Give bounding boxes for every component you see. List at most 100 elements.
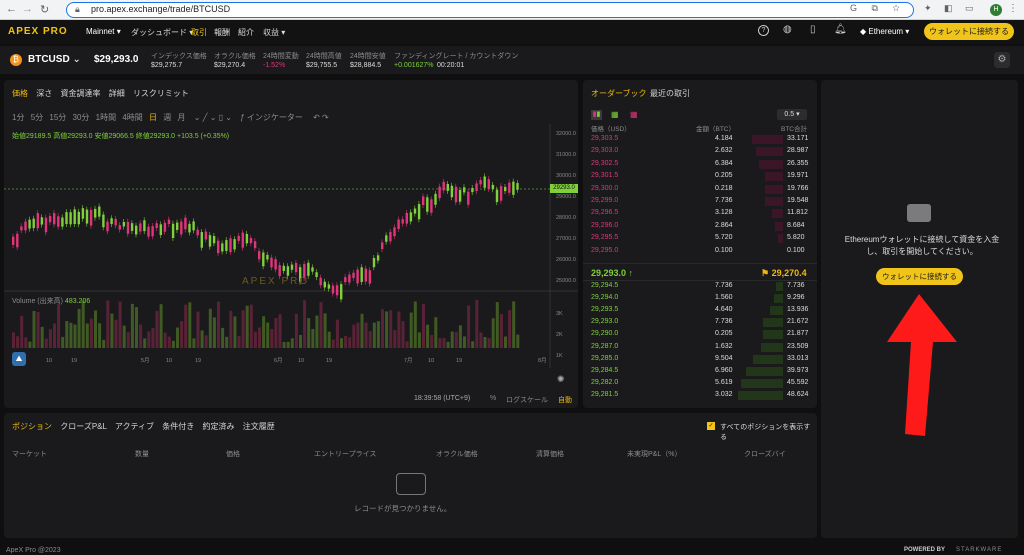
- tab-depth[interactable]: 深さ: [36, 89, 52, 98]
- bid-row[interactable]: 29,293.0 7.736 21.672: [591, 318, 809, 328]
- undo-redo-icon[interactable]: ↶ ↷: [313, 113, 329, 122]
- countdown: 00:20:01: [437, 62, 465, 69]
- ask-row[interactable]: 29,299.0 7.736 19.548: [591, 197, 809, 207]
- tick-size-select[interactable]: 0.5 ▾: [777, 109, 807, 120]
- tab-price[interactable]: 価格: [12, 89, 28, 98]
- tab-active[interactable]: アクティブ: [115, 422, 154, 431]
- menu-icon[interactable]: ⋮: [1008, 3, 1018, 14]
- percent-toggle[interactable]: %: [490, 395, 496, 402]
- volume-legend: Volume (出来高) 483.206: [12, 298, 91, 305]
- view-asks-icon[interactable]: ▦: [630, 110, 638, 119]
- indicator-button[interactable]: ƒ インジケーター: [240, 113, 303, 122]
- stat-value: $28,884.5: [350, 62, 382, 69]
- forward-icon[interactable]: →: [22, 3, 33, 15]
- back-icon[interactable]: ←: [6, 3, 17, 15]
- stat-value: $29,755.5: [306, 62, 338, 69]
- wallet-connect-button[interactable]: ウォレットに接続する: [876, 268, 963, 285]
- nav-earn[interactable]: 収益 ▾: [263, 27, 285, 38]
- ask-row[interactable]: 29,303.0 2.632 28.987: [591, 147, 809, 157]
- column-header-total: BTC合計: [781, 126, 807, 133]
- interval-1w[interactable]: 週: [163, 113, 171, 122]
- tab-filled[interactable]: 約定済み: [203, 422, 235, 431]
- chain-selector[interactable]: ◆ Ethereum ▾: [860, 27, 909, 36]
- ask-row[interactable]: 29,300.0 0.218 19.766: [591, 184, 809, 195]
- bid-row[interactable]: 29,287.0 1.632 23.509: [591, 342, 809, 353]
- bid-row[interactable]: 29,285.0 9.504 33.013: [591, 354, 809, 365]
- auto-scale-toggle[interactable]: 自動: [558, 395, 572, 405]
- bid-row[interactable]: 29,284.5 6.960 39.973: [591, 366, 809, 377]
- bid-row[interactable]: 29,294.5 7.736 7.736: [591, 282, 809, 292]
- url-text: pro.apex.exchange/trade/BTCUSD: [91, 4, 231, 14]
- view-bids-icon[interactable]: ▦: [611, 110, 619, 119]
- ask-row[interactable]: 29,302.5 6.384 26.355: [591, 159, 809, 170]
- ask-row[interactable]: 29,295.0 0.100 0.100: [591, 247, 809, 257]
- interval-1d[interactable]: 日: [149, 113, 157, 122]
- tab-recent-trades[interactable]: 最近の取引: [650, 88, 690, 99]
- globe-icon[interactable]: ◍: [783, 24, 792, 35]
- chart-type-icon[interactable]: ⌄ ╱ ⌄ ▯ ⌄: [194, 113, 232, 122]
- col-size: 数量: [135, 451, 149, 458]
- extension-icon[interactable]: ✦ ◧ ▭: [924, 3, 979, 14]
- mobile-icon[interactable]: ▯: [810, 24, 816, 35]
- connect-wallet-button[interactable]: ウォレットに接続する: [924, 23, 1014, 40]
- tab-funding[interactable]: 資金調達率: [60, 89, 100, 98]
- svg-text:27000.0: 27000.0: [556, 236, 576, 242]
- network-selector[interactable]: Mainnet ▾: [86, 27, 121, 36]
- help-icon[interactable]: ?: [758, 25, 769, 36]
- ask-row[interactable]: 29,301.5 0.205 19.971: [591, 172, 809, 182]
- tradingview-icon[interactable]: ⛰: [12, 352, 26, 366]
- interval-5m[interactable]: 5分: [31, 113, 43, 122]
- interval-1mo[interactable]: 月: [178, 113, 186, 122]
- red-arrow-annotation: [887, 294, 957, 436]
- interval-15m[interactable]: 15分: [49, 113, 66, 122]
- tab-order-history[interactable]: 注文履歴: [243, 422, 275, 431]
- nav-dashboard[interactable]: ダッシュボード ▾: [131, 27, 193, 38]
- col-liquidation: 清算価格: [536, 451, 564, 458]
- ask-row[interactable]: 29,303.5 4.184 33.171: [591, 135, 809, 145]
- ask-row[interactable]: 29,296.5 3.128 11.812: [591, 209, 809, 219]
- svg-text:30000.0: 30000.0: [556, 173, 576, 179]
- browser-toolbar: ← → ↻ 🔒︎ pro.apex.exchange/trade/BTCUSD …: [0, 0, 1024, 20]
- bid-row[interactable]: 29,294.0 1.560 9.296: [591, 294, 809, 304]
- interval-1m[interactable]: 1分: [12, 113, 24, 122]
- tab-details[interactable]: 詳細: [109, 89, 125, 98]
- log-scale-toggle[interactable]: ログスケール: [506, 395, 548, 405]
- bid-row[interactable]: 29,281.5 3.032 48.624: [591, 390, 809, 401]
- bid-row[interactable]: 29,282.0 5.619 45.592: [591, 378, 809, 389]
- address-bar[interactable]: 🔒︎ pro.apex.exchange/trade/BTCUSD: [66, 2, 914, 18]
- time-display: 18:39:58 (UTC+9): [414, 395, 471, 402]
- last-trade-price: 29,293.0 ↑: [591, 268, 634, 278]
- interval-30m[interactable]: 30分: [73, 113, 90, 122]
- ask-row[interactable]: 29,296.0 2.864 8.684: [591, 221, 809, 232]
- settings-gear-icon[interactable]: ⚙: [994, 52, 1010, 68]
- nav-rewards[interactable]: 報酬: [214, 27, 230, 38]
- bell-icon[interactable]: 🔔︎: [834, 24, 847, 35]
- bid-row[interactable]: 29,293.5 4.640 13.936: [591, 306, 809, 316]
- svg-text:8月: 8月: [538, 357, 547, 364]
- avatar[interactable]: H: [990, 4, 1002, 16]
- show-all-checkbox[interactable]: ✓: [707, 422, 715, 430]
- pair-selector[interactable]: BTCUSD ⌄: [28, 54, 81, 65]
- wallet-message: Ethereumウォレットに接続して資金を入金し、取引を開始してください。: [844, 235, 1000, 256]
- spread-row: 29,293.0 ↑ ⚑ 29,270.4: [583, 263, 817, 281]
- tab-positions[interactable]: ポジション: [12, 422, 52, 431]
- tab-closed-pnl[interactable]: クローズP&L: [60, 422, 106, 431]
- tab-conditional[interactable]: 条件付き: [162, 422, 194, 431]
- column-header-price: 価格（USD）: [591, 126, 631, 133]
- interval-4h[interactable]: 4時間: [122, 113, 142, 122]
- stat-value: +0.001627%: [394, 62, 434, 69]
- nav-trade[interactable]: 取引: [191, 27, 207, 38]
- extensions-icons[interactable]: G ⧉ ☆: [850, 3, 906, 14]
- ask-row[interactable]: 29,295.5 5.720 5.820: [591, 234, 809, 244]
- logo[interactable]: APEX PRO: [8, 26, 68, 37]
- positions-header: マーケット 数量 価格 エントリープライス オラクル価格 清算価格 未実現P&L…: [4, 449, 817, 459]
- interval-1h[interactable]: 1時間: [96, 113, 116, 122]
- chart-settings-icon[interactable]: ✺: [557, 374, 565, 385]
- tab-orderbook[interactable]: オーダーブック: [591, 88, 647, 99]
- view-both-icon[interactable]: ▮▮: [591, 110, 602, 120]
- nav-referral[interactable]: 紹介: [238, 27, 254, 38]
- bid-row[interactable]: 29,290.0 0.205 21.877: [591, 330, 809, 340]
- reload-icon[interactable]: ↻: [40, 3, 49, 16]
- bitcoin-icon: ₿: [10, 54, 22, 66]
- tab-risk[interactable]: リスクリミット: [133, 89, 189, 98]
